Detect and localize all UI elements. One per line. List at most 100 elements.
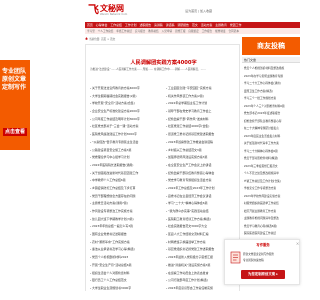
subnav-item[interactable]: 实习报告 xyxy=(135,29,145,33)
nav-item[interactable]: 演讲稿 xyxy=(154,23,163,27)
subnav-item[interactable]: 教师总结 xyxy=(148,29,158,33)
article-link[interactable]: 关于开展法治宣传教育的方案4000字 xyxy=(90,85,162,93)
nav-item[interactable]: 工作计划 xyxy=(125,23,137,27)
article-link[interactable]: 工业园区创建“平安园区”实施方案 xyxy=(166,85,238,93)
sidebar-link[interactable]: 爱国卫生工作方案(精选) xyxy=(242,88,300,96)
article-link[interactable]: 领导干部在党史学习教育工作会上 xyxy=(166,108,238,116)
sidebar-link[interactable]: 纪检监察干部队伍教育整顿心得 xyxy=(242,118,300,126)
article-link[interactable]: “以案促改”警示教育专题民主生活会 xyxy=(90,139,162,147)
article-link[interactable]: 2023年年终总结一般怎么写3篇 xyxy=(90,223,162,231)
sidebar-link[interactable]: 社区开展主题教育工作方案 xyxy=(242,208,300,216)
article-link[interactable]: 机关作风整顿工作方案(2篇) xyxy=(166,93,238,101)
sidebar-ad[interactable]: 商友投稿 xyxy=(242,37,300,55)
sidebar-link[interactable]: 主题教育检视问题清单及整改 xyxy=(242,215,300,223)
article-link[interactable]: 县委书记在全县经济工作会议讲话 xyxy=(166,193,238,201)
article-link[interactable]: 幼儿园大班下学期教学计划(3篇) xyxy=(90,216,162,224)
article-link[interactable]: 作风建设专项整治工作实施方案 xyxy=(90,208,162,216)
nav-item[interactable]: 工作总结 xyxy=(110,23,122,27)
article-link[interactable]: 在全区安全生产工作会议上的讲话 xyxy=(166,162,238,170)
subnav-item[interactable]: 个人工作总结 xyxy=(98,29,114,33)
nav-item[interactable]: 首页 xyxy=(87,23,93,27)
breadcrumb-text[interactable]: 当前位置: 首页 > 范文 xyxy=(89,38,115,41)
nav-item[interactable]: 心得体会 xyxy=(96,23,108,27)
nav-item[interactable]: 调研报告 xyxy=(177,23,189,27)
article-link[interactable]: 主题党日活动方案(通用7篇) xyxy=(90,200,162,208)
nav-item[interactable]: 活动方案 xyxy=(201,23,213,27)
article-link[interactable]: 党史学习教育专题组织生活会方案 xyxy=(166,177,238,185)
sidebar-link[interactable]: 医院医德医风建设工作总结 xyxy=(242,230,300,238)
sidebar-link[interactable]: 学习二十大精神心得体会6篇 xyxy=(242,148,300,156)
article-link[interactable]: 医院职工教育培训工作方案(精选) xyxy=(166,216,238,224)
article-link[interactable]: 纪检监察干部队伍教育整顿心得体会 xyxy=(166,170,238,178)
article-link[interactable]: 学习“二十大”精神心得体会6篇 xyxy=(166,200,238,208)
article-link[interactable]: 银行员工个人工作总结范文 xyxy=(90,277,162,285)
article-link[interactable]: 医院党风廉政建设工作计划3000字 xyxy=(90,131,162,139)
sidebar-link[interactable]: 关于加强新时代青年工作方案 xyxy=(242,140,300,148)
custom-writing-button[interactable]: 为您定制原创文案 ▸ xyxy=(241,270,285,279)
article-link[interactable]: 区县人大工作经验交流材料汇编 xyxy=(166,231,238,239)
article-link[interactable]: “我为群众办实事”实践活动总结 xyxy=(166,208,238,216)
article-link[interactable]: 乡镇疫情防控工作总结及下步打算 xyxy=(90,185,162,193)
left-float-ad[interactable]: 专业团队原创文章定制写作 点击查看 xyxy=(0,60,30,150)
article-link[interactable]: 2022年总学期班主任工作计划 xyxy=(166,100,238,108)
article-link[interactable]: 农村“厕所革命”工作实施方案 xyxy=(90,239,162,247)
subnav-item[interactable]: 工作报告 xyxy=(202,29,212,33)
sidebar-link[interactable]: 2023年度民主生活会发言材料 xyxy=(242,133,300,141)
sidebar-link[interactable]: 党员个人检视剖析材料及整改措施 xyxy=(242,65,300,73)
article-link[interactable]: 中学教师个人工作总结6篇 xyxy=(90,177,162,185)
subnav-item[interactable]: 合同范本 xyxy=(229,29,239,33)
site-logo[interactable]: 飞 文秘网 Wenmi Network Com xyxy=(88,3,128,19)
sidebar-link[interactable]: 2023年在学习贯彻主题教育专题 xyxy=(242,73,300,81)
sidebar-link[interactable]: 村级党组织换届选举工作总结 xyxy=(242,200,300,208)
sidebar-link[interactable]: 党支部书记2023年度述职报告 xyxy=(242,110,300,118)
subnav-item[interactable]: 自我鉴定 xyxy=(188,29,198,33)
article-link[interactable]: 2022年工作总结及2023年工作计划 xyxy=(166,185,238,193)
article-link[interactable]: 开展“安全生产月”活动总结6篇 xyxy=(90,262,162,270)
article-link[interactable]: 公司年度工作总结及明年计划3000字 xyxy=(90,116,162,124)
article-link[interactable]: 党员个人检视剖析材料2023 xyxy=(90,254,162,262)
article-link[interactable]: 2022年医院院长述职报告(通用) xyxy=(90,162,162,170)
article-link[interactable]: 企业安全生产标准化建设方案2000字 xyxy=(90,108,162,116)
nav-item[interactable]: 主题教育 xyxy=(215,23,227,27)
sidebar-link[interactable]: 党员干部对照检查材料(精选) xyxy=(242,155,300,163)
article-link[interactable]: 社会实践报告范文3000字大全 xyxy=(166,223,238,231)
subnav-item[interactable]: 学习型 xyxy=(87,29,95,33)
ad-left-button[interactable]: 点击查看 xyxy=(3,128,27,136)
article-link[interactable]: 街道党工委书记抓基层党建述职报告 xyxy=(166,131,238,139)
subnav-item[interactable]: 入党申请 xyxy=(162,29,172,33)
subnav-item[interactable]: 思想汇报 xyxy=(175,29,185,33)
article-link[interactable]: 社区党建工作总结4000字(合集) xyxy=(166,123,238,131)
sidebar-link[interactable]: 学习二十大工作心得体会(通用) xyxy=(242,80,300,88)
nav-item[interactable]: 讲话稿 xyxy=(166,23,175,27)
subnav-item[interactable]: 年终工作总结 xyxy=(116,29,132,33)
article-link[interactable]: 党员干部理想信念方面存在的问题 xyxy=(90,193,162,201)
sidebar-link[interactable]: 2023年学校作风建设实施方案 xyxy=(242,193,300,201)
article-link[interactable]: 乡村振兴工作总结范文3篇 xyxy=(166,147,238,155)
article-link[interactable]: 纪检监察干部“转作风”发言材料 xyxy=(166,116,238,124)
article-link[interactable]: 党委理论学习中心组学习计划 xyxy=(90,154,162,162)
nav-item[interactable]: 述职报告 xyxy=(139,23,151,27)
sidebar-link[interactable]: 个人不足之处及整改措施清单 xyxy=(242,170,300,178)
article-link[interactable]: 社区党支部关于“三会一课”活动方案 xyxy=(90,123,162,131)
nav-item[interactable]: 范文 xyxy=(192,23,198,27)
sidebar-link[interactable]: 学习三个一批工作规划方案 xyxy=(242,95,300,103)
subnav-item[interactable]: 规章制度 xyxy=(215,29,225,33)
article-link[interactable]: 大学生假期暑期社会实践报告(2篇) xyxy=(90,93,162,101)
sidebar-link[interactable]: 2023年个人三个对照检查材料6篇 xyxy=(242,103,300,111)
sidebar-link[interactable]: 党员学习教育心得(精选6篇) xyxy=(242,223,300,231)
article-link[interactable]: 公路建设项目安全施工方案3篇 xyxy=(90,147,162,155)
close-icon[interactable]: × xyxy=(295,241,300,246)
sidebar-link[interactable]: 学校安全工作专项整治方案 xyxy=(242,185,300,193)
article-link[interactable]: 加强师德师风建设实施方案3篇 xyxy=(166,154,238,162)
article-link[interactable]: 廉洁从业承诺书及学习心得(精选) xyxy=(90,246,162,254)
nav-item[interactable]: 党团工作 xyxy=(230,23,242,27)
article-link[interactable]: 2023年巡察整改工作推进会讲话稿 xyxy=(166,139,238,147)
article-link[interactable]: 组织生活会个人对照检查材料 xyxy=(90,270,162,278)
sidebar-link[interactable]: 在二十大精神专题研讨会发言 xyxy=(242,125,300,133)
article-link[interactable]: 学校开展“安全月”活动方案(合集) xyxy=(90,100,162,108)
sidebar-link[interactable]: 2023年三季度思想汇报范文 xyxy=(242,163,300,171)
sidebar-link[interactable]: 乡镇工作总结及工作计划(合集) xyxy=(242,178,300,186)
article-link[interactable]: 国有企业党委书记述职报告 xyxy=(90,231,162,239)
top-links[interactable]: 设为首页 | 加入收藏 xyxy=(185,9,212,13)
article-link[interactable]: 关于加强和改进新时代基层团建工作 xyxy=(90,170,162,178)
